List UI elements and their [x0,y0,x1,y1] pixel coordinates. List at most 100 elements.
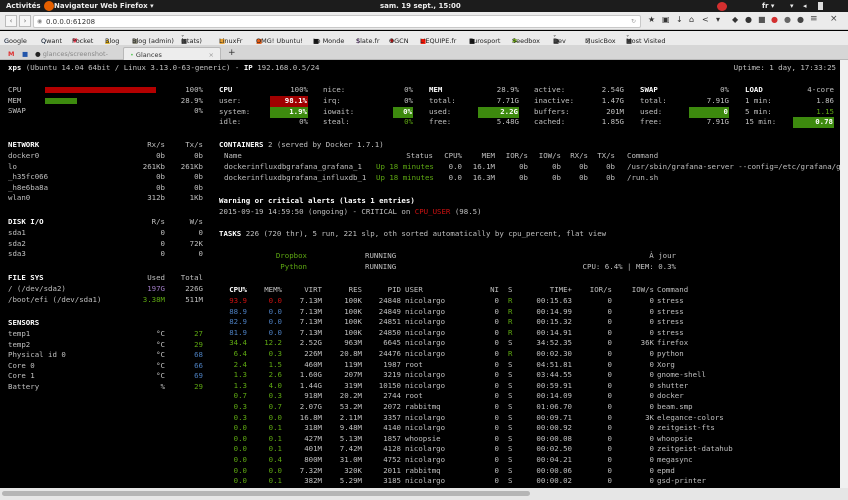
pocket-icon[interactable]: ▾ [716,15,720,24]
url-input[interactable]: ◉ 0.0.0.0:61208 ↻ [33,15,641,28]
scrollbar-thumb[interactable] [2,491,530,496]
process-ior: 0 [607,338,612,348]
process-time: 01:06.70 [536,402,572,411]
process-res: 7.42M [339,444,362,454]
fs-total: 511M [185,294,203,304]
process-user: rabbitmq [405,402,441,411]
horizontal-scrollbar[interactable] [0,488,848,500]
process-pid: 6645 [383,338,401,348]
process-time: 00:59.91 [536,380,572,390]
activities-button[interactable]: Activités [6,2,41,10]
process-ni: 0 [494,402,499,411]
process-res: 5.29M [339,476,362,486]
process-cmd: zeitgeist-datahub [657,444,733,454]
swap-used-value: 0 [689,107,729,118]
close-window-icon[interactable]: × [830,14,838,24]
close-tab-icon[interactable]: × [209,51,214,59]
containers-column-header: MEM [481,151,495,160]
containers-summary: 2 (served by Docker 1.7.1) [263,140,384,149]
menu-icon[interactable]: ≡ [810,14,818,24]
process-iow: 0 [649,444,654,454]
disk-name: sda2 [8,238,26,248]
sensor-value: 27 [194,329,203,338]
tab-glances[interactable]: • Glances × [123,47,221,60]
process-ior: 0 [607,465,612,475]
uptime: Uptime: 1 day, 17:33:25 [733,63,836,72]
container-status: Up 18 minutes [376,172,434,182]
extension-icon[interactable]: ● [745,15,752,24]
process-cpu: 6.4 [233,349,247,358]
home-icon[interactable]: ⌂ [689,15,694,24]
reload-icon[interactable]: ↻ [631,18,636,25]
process-user: nicolargo [405,455,446,464]
process-iow: 0 [649,317,654,327]
process-ni: 0 [494,306,499,316]
process-mem: 4.0 [268,380,282,390]
process-pid: 3219 [383,370,401,380]
mem-free-value: 5.48G [496,117,519,126]
load-1min-value: 1.86 [816,96,834,105]
bookmark-star-icon[interactable]: ★ [648,15,655,24]
bookmark-most-visited[interactable]: ■ Most Visited ˅ [626,34,666,45]
download-icon[interactable]: ↓ [676,15,683,24]
tab-github[interactable]: ● glances/screenshot-w... × [29,47,121,66]
share-icon[interactable]: < [702,15,709,24]
process-cmd: stress [657,306,684,316]
alert-entry: 2015-09-19 14:59:50 (ongoing) - CRITICAL… [219,207,482,218]
container-cpu: 0.0 [448,172,462,182]
network-interface: lo [8,161,17,171]
process-iow: 0 [649,433,654,443]
forward-button[interactable]: › [19,15,31,27]
process-res: 100K [344,306,362,316]
container-ior: 0b [519,172,528,182]
disk-write: 0 [198,228,203,237]
containers-column-header: CPU% [444,151,462,160]
mem-cached-label: cached: [534,117,566,126]
process-ior: 0 [607,476,612,486]
container-name: dockerinfluxdbgrafana_influxdb_1 [224,172,367,182]
process-s: S [508,359,513,369]
process-user: root [405,391,423,401]
container-mem: 16.1M [472,162,495,171]
process-cmd: gnome-shell [657,370,706,380]
bookmark-label: Google [4,37,27,45]
volume-icon[interactable]: ◂ [803,2,807,10]
ip-label: IP [243,63,253,72]
new-tab-button[interactable]: + [222,45,242,58]
clock[interactable]: sam. 19 sept., 15:00 [380,2,461,10]
vertical-scrollbar[interactable] [840,60,848,488]
ip-address: 192.168.0.5/24 [252,63,320,72]
extension-icon[interactable]: ● [797,15,804,24]
app-menu[interactable]: Navigateur Web Firefox ▾ [54,2,154,10]
container-cpu: 0.0 [448,162,462,171]
mega-icon[interactable] [717,2,727,11]
process-res: 5.13M [339,433,362,443]
bookmark-label: Slate.fr [356,37,380,45]
tasks-summary: TASKS 226 (720 thr), 5 run, 221 slp, oth… [219,229,606,240]
process-s: R [508,296,513,305]
extension-icon[interactable]: ■ [758,15,766,24]
extension-icon[interactable]: ◆ [732,15,738,24]
tab-label: Glances [135,51,162,59]
monitored-process-name: Python [280,261,307,271]
bookmark-label: MusicBox [585,37,616,45]
sensor-name: Battery [8,382,40,391]
process-iow: 0 [649,423,654,433]
process-iow: 0 [649,296,654,305]
chat-icon[interactable]: ● [784,15,791,24]
bookmark-folder-stats[interactable]: ■ (stats) ˅ [181,34,202,45]
pinterest-icon[interactable]: ● [771,15,778,24]
clipboard-icon[interactable]: ▣ [662,15,670,24]
language-selector[interactable]: fr ▾ [762,2,774,10]
wifi-icon[interactable]: ▾ [790,2,794,10]
process-s: R [508,306,513,316]
back-button[interactable]: ‹ [5,15,17,27]
navigation-toolbar: ‹ › ◉ 0.0.0.0:61208 ↻ ★ ▣ ↓ ⌂ < ▾ ◆ ● ■ … [0,12,848,30]
battery-icon[interactable] [818,2,823,10]
fs-used-header: Used [147,273,165,282]
process-cpu: 0.3 [233,402,247,411]
process-time: 00:00.92 [536,423,572,433]
bookmark-folder-dev[interactable]: ■ Dev ˅ [553,34,566,45]
process-cpu: 1.3 [233,370,247,380]
process-res: 119M [344,359,362,369]
